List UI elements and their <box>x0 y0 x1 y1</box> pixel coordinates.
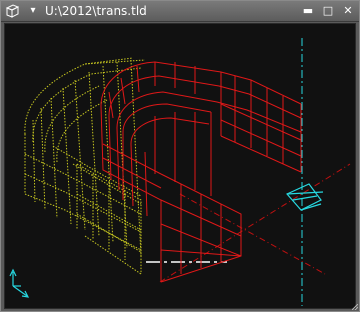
window-title: U:\2012\trans.tld <box>45 4 147 18</box>
cad-window: ▾ U:\2012\trans.tld ▬ □ ✕ <box>0 0 360 312</box>
yellow-wireframe <box>24 57 146 275</box>
menu-arrow-icon[interactable]: ▾ <box>25 3 41 19</box>
close-button[interactable]: ✕ <box>341 4 355 18</box>
construction-lines <box>159 163 351 283</box>
cube-icon[interactable] <box>5 4 19 18</box>
resize-grip-icon[interactable] <box>352 304 358 310</box>
minimize-button[interactable]: ▬ <box>301 4 315 18</box>
origin-marker-icon[interactable] <box>286 183 324 211</box>
maximize-button[interactable]: □ <box>321 4 335 18</box>
axis-triad-icon <box>9 268 30 298</box>
3d-viewport[interactable] <box>4 23 356 309</box>
title-bar[interactable]: ▾ U:\2012\trans.tld ▬ □ ✕ <box>1 1 359 22</box>
wireframe-canvas[interactable] <box>5 24 355 308</box>
red-wireframe <box>100 61 302 283</box>
